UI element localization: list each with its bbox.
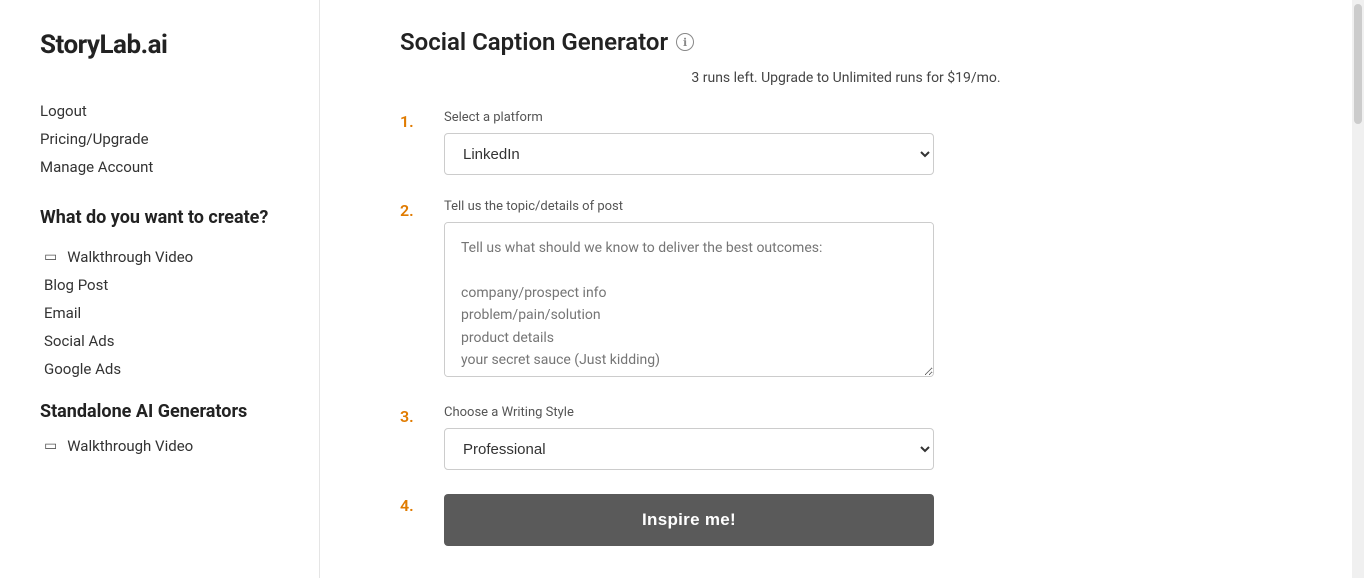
step-3-number: 3.: [400, 405, 424, 426]
sidebar-item-social-ads[interactable]: Social Ads: [44, 327, 289, 355]
upgrade-notice: 3 runs left. Upgrade to Unlimited runs f…: [400, 70, 1292, 86]
video-icon: ▭: [44, 249, 57, 265]
step-4-section: 4. Inspire me!: [400, 494, 1292, 546]
inspire-button[interactable]: Inspire me!: [444, 494, 934, 546]
video-icon-2: ▭: [44, 438, 57, 454]
step-1-number: 1.: [400, 110, 424, 131]
step-1-section: 1. Select a platform LinkedIn Twitter Fa…: [400, 110, 1292, 175]
sidebar-item-pricing[interactable]: Pricing/Upgrade: [40, 128, 289, 150]
platform-label: Select a platform: [444, 110, 1292, 125]
step-2-section: 2. Tell us the topic/details of post: [400, 199, 1292, 381]
writing-style-label: Choose a Writing Style: [444, 405, 1292, 420]
sidebar-item-walkthrough-label: Walkthrough Video: [67, 248, 193, 266]
platform-select[interactable]: LinkedIn Twitter Facebook Instagram TikT…: [444, 133, 934, 175]
nav-links: Logout Pricing/Upgrade Manage Account: [40, 100, 289, 178]
sidebar-item-google-ads[interactable]: Google Ads: [44, 355, 289, 383]
sidebar-item-email[interactable]: Email: [44, 299, 289, 327]
sidebar: StoryLab.ai Logout Pricing/Upgrade Manag…: [0, 0, 320, 578]
sidebar-item-walkthrough-video[interactable]: ▭ Walkthrough Video: [44, 243, 289, 271]
sidebar-item-manage-account[interactable]: Manage Account: [40, 156, 289, 178]
main-content: Social Caption Generator ℹ 3 runs left. …: [320, 0, 1352, 578]
standalone-heading: Standalone AI Generators: [40, 401, 289, 422]
step-4-field: Inspire me!: [444, 494, 1292, 546]
step-3-section: 3. Choose a Writing Style Professional C…: [400, 405, 1292, 470]
step-4-number: 4.: [400, 494, 424, 515]
logo: StoryLab.ai: [40, 30, 289, 60]
page-title: Social Caption Generator: [400, 28, 668, 56]
sidebar-item-blog-post[interactable]: Blog Post: [44, 271, 289, 299]
sidebar-item-standalone-walkthrough[interactable]: ▭ Walkthrough Video: [44, 432, 289, 460]
scrollbar-thumb[interactable]: [1354, 4, 1362, 124]
topic-textarea[interactable]: [444, 222, 934, 377]
step-1-field: Select a platform LinkedIn Twitter Faceb…: [444, 110, 1292, 175]
step-3-field: Choose a Writing Style Professional Casu…: [444, 405, 1292, 470]
writing-style-select[interactable]: Professional Casual Humorous Inspiration…: [444, 428, 934, 470]
what-heading: What do you want to create?: [40, 206, 289, 229]
title-row: Social Caption Generator ℹ: [400, 28, 1292, 56]
scrollbar-track: [1352, 0, 1364, 578]
topic-label: Tell us the topic/details of post: [444, 199, 1292, 214]
step-2-field: Tell us the topic/details of post: [444, 199, 1292, 381]
info-icon[interactable]: ℹ: [676, 33, 694, 51]
sidebar-item-standalone-label: Walkthrough Video: [67, 437, 193, 455]
sidebar-item-logout[interactable]: Logout: [40, 100, 289, 122]
step-2-number: 2.: [400, 199, 424, 220]
